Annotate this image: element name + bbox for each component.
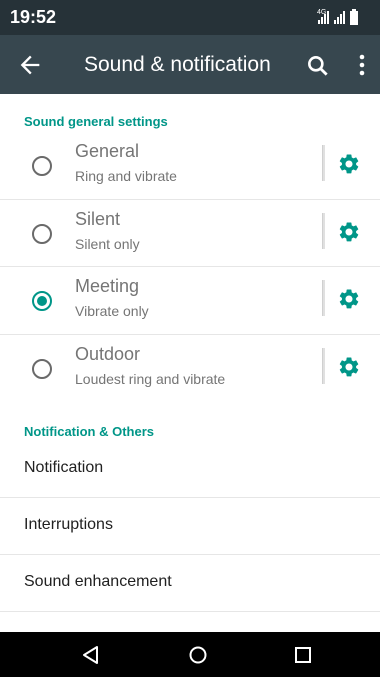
vertical-divider (322, 145, 325, 181)
signal-2-icon (334, 11, 345, 24)
row-divider (0, 611, 380, 612)
status-time: 19:52 (10, 7, 57, 27)
list-item-notification[interactable]: Notification (0, 441, 380, 497)
section-header-sound-general: Sound general settings (24, 114, 168, 129)
list-item-label: Notification (24, 459, 104, 476)
gear-icon[interactable] (337, 287, 361, 311)
profile-row-general[interactable]: General Ring and vibrate (0, 132, 380, 199)
vertical-divider (322, 213, 325, 249)
app-bar: Sound & notification (0, 35, 380, 94)
nav-recents-icon[interactable] (292, 645, 314, 665)
profile-title: General (75, 141, 140, 161)
profile-row-outdoor[interactable]: Outdoor Loudest ring and vibrate (0, 335, 380, 402)
profile-subtitle: Vibrate only (75, 303, 149, 319)
vertical-divider (322, 280, 325, 316)
gear-icon[interactable] (337, 220, 361, 244)
profile-title: Silent (75, 209, 121, 229)
nav-back-icon[interactable] (80, 645, 102, 665)
list-item-interruptions[interactable]: Interruptions (0, 498, 380, 554)
list-item-label: Interruptions (24, 516, 113, 533)
profile-subtitle: Loudest ring and vibrate (75, 371, 226, 387)
back-arrow-icon[interactable] (16, 51, 44, 79)
profile-row-silent[interactable]: Silent Silent only (0, 200, 380, 267)
profile-title: Meeting (75, 276, 140, 296)
profile-title: Outdoor (75, 344, 141, 364)
radio-button[interactable] (32, 359, 52, 379)
more-vert-icon[interactable] (354, 53, 370, 79)
list-item-sound-enhancement[interactable]: Sound enhancement (0, 555, 380, 611)
section-header-notification-others: Notification & Others (24, 424, 155, 439)
battery-icon (350, 9, 358, 25)
status-bar: 19:52 4G (0, 0, 380, 35)
list-item-label: Sound enhancement (24, 573, 172, 590)
page-title: Sound & notification (84, 53, 271, 76)
signal-battery-icons: 4G (317, 9, 358, 25)
profile-subtitle: Ring and vibrate (75, 168, 177, 184)
radio-button[interactable] (32, 156, 52, 176)
gear-icon[interactable] (337, 152, 361, 176)
gear-icon[interactable] (337, 355, 361, 379)
radio-button[interactable] (32, 224, 52, 244)
search-icon[interactable] (305, 53, 331, 79)
vertical-divider (322, 348, 325, 384)
nav-home-icon[interactable] (187, 645, 209, 665)
profile-subtitle: Silent only (75, 236, 140, 252)
navigation-bar (0, 632, 380, 677)
radio-button-selected[interactable] (32, 291, 52, 311)
profile-row-meeting[interactable]: Meeting Vibrate only (0, 267, 380, 334)
